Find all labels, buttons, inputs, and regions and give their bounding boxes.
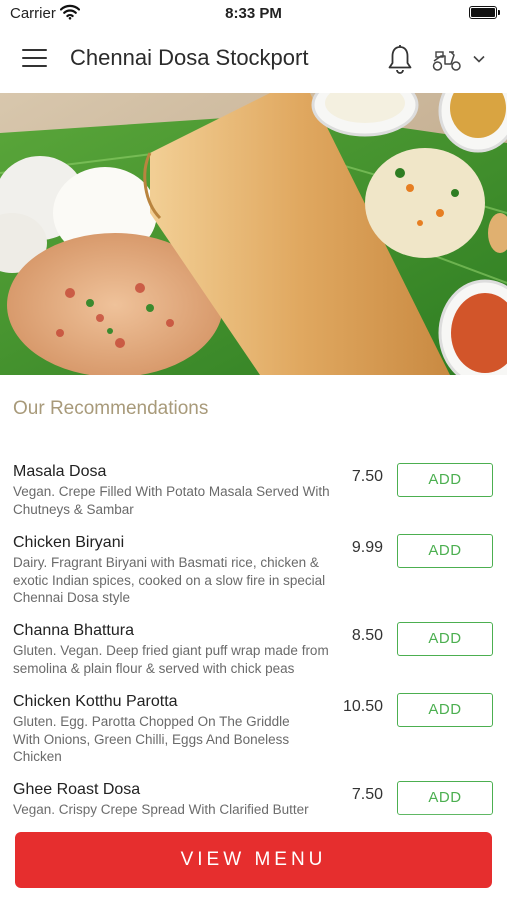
view-menu-button[interactable]: VIEW MENU <box>15 832 492 888</box>
hero-food-image <box>0 93 507 375</box>
item-name: Channa Bhattura <box>13 622 134 639</box>
item-description: Vegan. Crepe Filled With Potato Masala S… <box>13 484 330 517</box>
item-name: Chicken Kotthu Parotta <box>13 693 178 710</box>
clock: 8:33 PM <box>225 5 282 22</box>
hamburger-menu-icon[interactable] <box>22 49 47 69</box>
add-button[interactable]: ADD <box>397 693 493 727</box>
item-price: 7.50 <box>351 786 383 803</box>
chevron-down-icon[interactable] <box>472 52 486 66</box>
item-name: Ghee Roast Dosa <box>13 781 141 798</box>
item-description: Gluten. Egg. Parotta Chopped On The Grid… <box>13 714 290 764</box>
add-button[interactable]: ADD <box>397 781 493 815</box>
bell-icon[interactable] <box>386 44 414 76</box>
item-description: Gluten. Vegan. Deep fried giant puff wra… <box>13 643 329 676</box>
item-name: Chicken Biryani <box>13 534 125 551</box>
add-button[interactable]: ADD <box>397 534 493 568</box>
add-button[interactable]: ADD <box>397 622 493 656</box>
item-price: 9.99 <box>351 539 383 556</box>
menu-item: Channa Bhattura Gluten. Vegan. Deep frie… <box>13 622 493 682</box>
menu-item: Masala Dosa Vegan. Crepe Filled With Pot… <box>13 463 493 523</box>
item-price: 10.50 <box>342 698 383 715</box>
status-bar: Carrier 8:33 PM <box>0 0 507 26</box>
app-header: Chennai Dosa Stockport <box>0 30 507 90</box>
menu-item: Chicken Kotthu Parotta Gluten. Egg. Paro… <box>13 693 493 768</box>
item-description: Dairy. Fragrant Biryani with Basmati ric… <box>13 555 326 605</box>
section-title: Our Recommendations <box>13 398 209 419</box>
item-name: Masala Dosa <box>13 463 107 480</box>
item-price: 7.50 <box>351 468 383 485</box>
battery-icon <box>469 6 500 19</box>
item-price: 8.50 <box>351 627 383 644</box>
menu-item: Chicken Biryani Dairy. Fragrant Biryani … <box>13 534 493 609</box>
scooter-icon[interactable] <box>431 47 463 73</box>
list-fade <box>0 812 507 834</box>
page-title: Chennai Dosa Stockport <box>70 45 309 70</box>
add-button[interactable]: ADD <box>397 463 493 497</box>
